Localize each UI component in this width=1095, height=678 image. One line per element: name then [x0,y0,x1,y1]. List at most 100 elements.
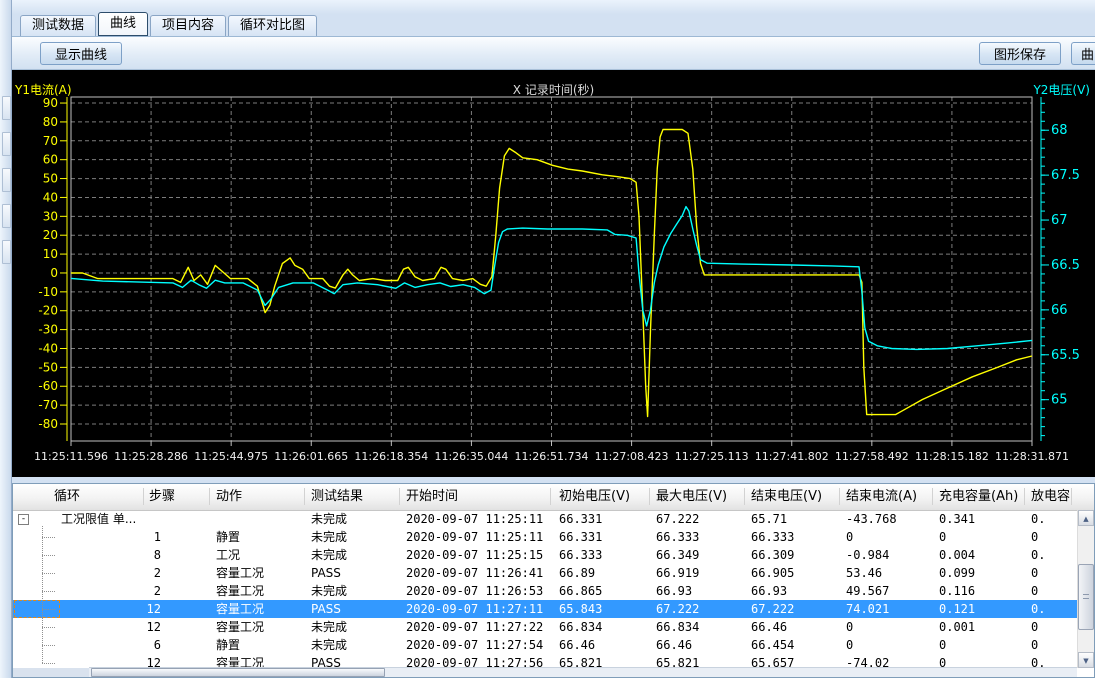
cell-v0: 66.89 [559,564,595,582]
results-table: 循环 步骤 动作 测试结果 开始时间 初始电压(V) 最大电压(V) 结束电压(V) 结束电流(… [12,483,1095,678]
cell-chg: 0.341 [939,510,975,528]
y1-tick-label: -10 [38,285,58,299]
column-header[interactable]: 测试结果 [311,484,363,509]
y2-tick-label: 67.5 [1051,168,1080,183]
column-header[interactable]: 初始电压(V) [559,484,630,509]
splitter-grip[interactable] [2,132,11,156]
column-header[interactable]: 结束电流(A) [846,484,917,509]
x-tick-label: 11:26:01.665 [274,450,348,463]
cell-v0: 66.333 [559,546,602,564]
cell-result: 未完成 [311,582,347,600]
horizontal-scrollbar-thumb[interactable] [91,668,385,677]
cell-iend: 49.567 [846,582,889,600]
cell-iend: 0 [846,528,853,546]
header-separator [1024,488,1025,505]
y1-tick-label: 90 [43,96,58,110]
table-row[interactable]: 工况限值 单...未完成2020-09-07 11:25:1166.33167.… [13,510,1079,528]
cell-cycle: 工况限值 单... [61,510,136,528]
table-row[interactable]: 8工况未完成2020-09-07 11:25:1566.33366.34966.… [13,546,1079,564]
cell-result: 未完成 [311,618,347,636]
y1-tick-label: 40 [43,190,58,204]
cell-dis: 0. [1031,510,1045,528]
x-tick-label: 11:27:41.802 [755,450,829,463]
column-header[interactable]: 开始时间 [406,484,458,509]
cell-start: 2020-09-07 11:25:15 [406,546,543,564]
app-window: 测试数据曲线项目内容循环对比图 显示曲线 图形保存 曲 Y1电流(A) X 记录… [12,0,1095,678]
tab-curve[interactable]: 曲线 [98,12,148,36]
y1-tick-label: 60 [43,153,58,167]
table-row[interactable]: 2容量工况未完成2020-09-07 11:26:5366.86566.9366… [13,582,1079,600]
cell-v0: 66.331 [559,528,602,546]
tree-branch-line [42,627,55,628]
scrollbar-corner [13,668,89,677]
column-header[interactable]: 最大电压(V) [656,484,727,509]
header-separator [143,488,144,505]
y2-tick-label: 67 [1051,213,1068,228]
y1-tick-label: -60 [38,379,58,393]
column-header[interactable]: 结束电压(V) [751,484,822,509]
cell-dis: 0. [1031,546,1045,564]
cell-dis: 0. [1031,600,1045,618]
y1-tick-label: -80 [38,417,58,431]
cell-iend: 74.021 [846,600,889,618]
cell-iend: -0.984 [846,546,889,564]
cell-chg: 0 [939,528,946,546]
vertical-scrollbar[interactable]: ▲ ▼ [1077,510,1094,668]
vertical-scrollbar-thumb[interactable] [1078,564,1094,630]
cell-vend: 66.905 [751,564,794,582]
scroll-down-icon[interactable]: ▼ [1078,652,1094,668]
x-tick-label: 11:28:15.182 [915,450,989,463]
table-row[interactable]: 2容量工况PASS2020-09-07 11:26:4166.8966.9196… [13,564,1079,582]
header-separator [304,488,305,505]
table-row[interactable]: 1静置未完成2020-09-07 11:25:1166.33166.33366.… [13,528,1079,546]
y1-tick-label: -50 [38,360,58,374]
table-row[interactable]: 12容量工况未完成2020-09-07 11:27:2266.83466.834… [13,618,1079,636]
cell-action: 容量工况 [216,564,264,582]
cell-dis: 0 [1031,618,1038,636]
column-header[interactable]: 动作 [216,484,242,509]
y1-tick-label: 20 [43,228,58,242]
cell-vend: 66.309 [751,546,794,564]
column-header[interactable]: 放电容 [1031,484,1070,509]
header-separator [932,488,933,505]
scroll-up-icon[interactable]: ▲ [1078,510,1094,526]
y1-tick-label: 50 [43,172,58,186]
splitter-grip[interactable] [2,240,11,264]
tree-branch-line [42,591,55,592]
table-row[interactable]: 12容量工况PASS2020-09-07 11:27:1165.84367.22… [13,600,1079,618]
horizontal-scrollbar[interactable] [89,667,1077,677]
x-tick-label: 11:27:08.423 [595,450,669,463]
chart-panel: Y1电流(A) X 记录时间(秒) Y2电压(V) 90807060504030… [12,70,1095,477]
save-graphic-button[interactable]: 图形保存 [979,42,1061,65]
splitter-grip[interactable] [2,204,11,228]
cell-chg: 0.116 [939,582,975,600]
cell-step: 12 [113,600,161,618]
header-separator [399,488,400,505]
column-header[interactable]: 充电容量(Ah) [939,484,1018,509]
tree-collapse-icon[interactable]: - [18,514,29,525]
cell-dis: 0 [1031,564,1038,582]
cell-action: 静置 [216,636,240,654]
cell-result: 未完成 [311,528,347,546]
splitter-grip[interactable] [2,96,11,120]
tab-project-content[interactable]: 项目内容 [150,15,226,36]
show-curve-button[interactable]: 显示曲线 [40,42,122,65]
y1-tick-label: 80 [43,115,58,129]
cell-start: 2020-09-07 11:27:54 [406,636,543,654]
column-header[interactable]: 步骤 [149,484,175,509]
tab-test-data[interactable]: 测试数据 [20,15,96,36]
cell-vend: 67.222 [751,600,794,618]
window-top-edge [12,0,1095,14]
column-header[interactable]: 循环 [54,484,80,509]
header-separator [209,488,210,505]
collapsed-side-panel-strip[interactable] [0,0,12,678]
cell-vmax: 66.919 [656,564,699,582]
curve-settings-button-partial[interactable]: 曲 [1071,42,1095,65]
table-row[interactable]: 6静置未完成2020-09-07 11:27:5466.4666.4666.45… [13,636,1079,654]
chart-plot[interactable]: 9080706050403020100-10-20-30-40-50-60-70… [12,70,1095,477]
cell-action: 容量工况 [216,618,264,636]
cell-iend: 0 [846,636,853,654]
tab-cycle-compare[interactable]: 循环对比图 [228,15,317,36]
splitter-grip[interactable] [2,168,11,192]
cell-start: 2020-09-07 11:26:53 [406,582,543,600]
